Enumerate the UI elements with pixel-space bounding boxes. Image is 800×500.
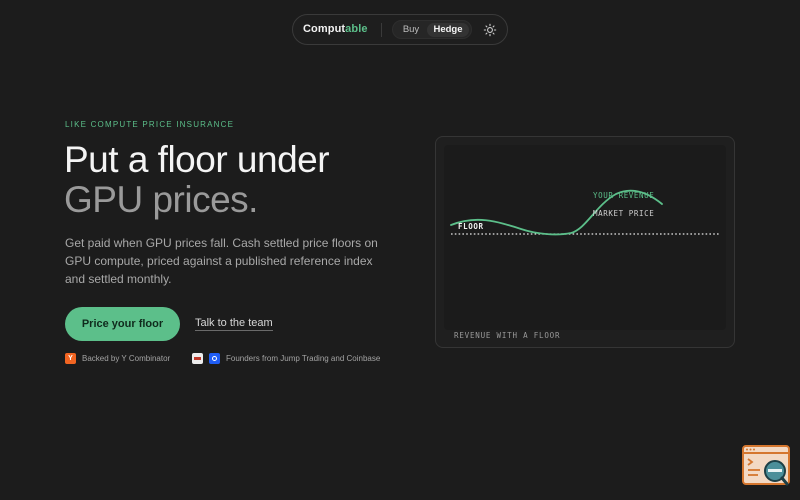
buy-hedge-toggle: Buy Hedge — [392, 20, 472, 39]
jump-trading-icon — [192, 352, 203, 364]
brand-name-accent: able — [345, 23, 368, 35]
revenue-chart — [450, 189, 719, 236]
trust-founders: Founders from Jump Trading and Coinbase — [192, 352, 380, 364]
headline-line-1: Put a floor under — [64, 139, 330, 180]
y-combinator-icon: Y — [65, 352, 76, 364]
trust-yc-text: Backed by Y Combinator — [82, 353, 171, 363]
card-caption: REVENUE WITH A FLOOR — [454, 331, 561, 340]
label-floor: FLOOR — [458, 222, 484, 231]
label-market-price: MARKET PRICE — [593, 209, 655, 218]
hero-subtext: Get paid when GPU prices fall. Cash sett… — [65, 236, 378, 286]
terminal-search-icon — [742, 445, 790, 486]
coinbase-icon — [209, 352, 220, 364]
label-your-revenue: YOUR REVENUE — [593, 191, 655, 200]
sun-icon — [483, 23, 497, 37]
talk-to-team-link[interactable]: Talk to the team — [195, 317, 273, 331]
brand-logo[interactable]: Computable — [303, 23, 368, 35]
hero-headline: Put a floor under GPU prices. — [64, 139, 330, 220]
toggle-hedge[interactable]: Hedge — [427, 23, 469, 37]
corner-help-widget[interactable] — [742, 445, 790, 487]
toggle-buy[interactable]: Buy — [398, 23, 424, 37]
headline-line-2: GPU prices. — [64, 179, 258, 220]
nav-divider — [381, 23, 382, 37]
trust-founders-text: Founders from Jump Trading and Coinbase — [226, 353, 381, 363]
theme-toggle-button[interactable] — [483, 23, 497, 37]
brand-name-primary: Comput — [303, 23, 346, 35]
top-nav: Computable Buy Hedge — [292, 14, 508, 45]
trust-yc: Y Backed by Y Combinator — [65, 352, 170, 364]
revenue-floor-card: YOUR REVENUE MARKET PRICE FLOOR REVENUE … — [435, 136, 735, 348]
price-your-floor-button[interactable]: Price your floor — [65, 307, 180, 341]
hero-eyebrow: LIKE COMPUTE PRICE INSURANCE — [65, 120, 235, 129]
